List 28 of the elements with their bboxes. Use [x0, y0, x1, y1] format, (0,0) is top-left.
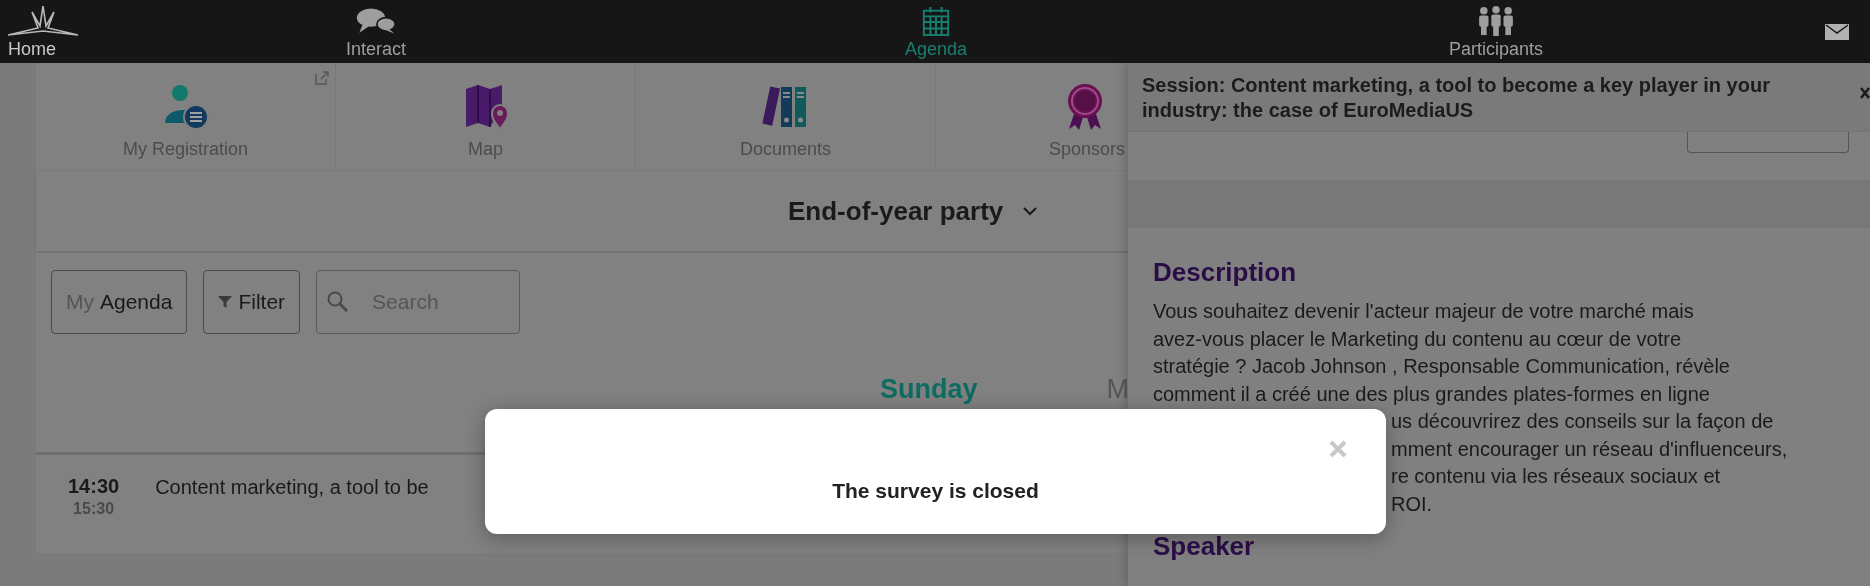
- search-icon: [327, 291, 350, 313]
- description-text: Vous souhaitez devenir l'acteur majeur de votre marché mais: [1153, 299, 1694, 324]
- description-text: re contenu via les réseaux sociaux et: [1391, 464, 1721, 489]
- section-heading: Description: [1153, 258, 1297, 286]
- filter-icon: [218, 295, 233, 309]
- close-icon[interactable]: [1860, 85, 1870, 101]
- nav-tab[interactable]: Interact: [96, 0, 656, 63]
- description-text: stratégie ? Jacob Johnson , Responsable Communication, révèle: [1153, 354, 1730, 379]
- description-text: comment il a créé une des plus grandes plates-formes en ligne: [1153, 381, 1710, 407]
- chevron-down-icon: [1023, 206, 1038, 216]
- nav-tab[interactable]: Participants: [1216, 0, 1776, 63]
- filter-button[interactable]: Filter: [203, 270, 301, 334]
- chat-icon: [356, 6, 396, 36]
- nav-tab[interactable]: Home: [0, 0, 96, 63]
- start-time: 14:30: [68, 475, 120, 498]
- panel-title: Session: Content marketing, a tool to become a key player in your industry: the case of EuroMediaUS: [1142, 73, 1771, 123]
- description-text: avez-vous placer le Marketing du contenu au cœur de votre: [1153, 326, 1682, 352]
- section-heading: Speaker: [1153, 532, 1255, 560]
- star-logo-icon: [8, 6, 78, 36]
- session-title[interactable]: Content marketing, a tool to be: [155, 475, 429, 499]
- description-text: ROI.: [1391, 491, 1433, 517]
- mail-icon[interactable]: [1825, 23, 1849, 40]
- description-text: us découvrirez des conseils sur la façon de: [1391, 409, 1774, 434]
- dialog-message: The survey is closed: [832, 478, 1039, 503]
- people-icon: [1476, 6, 1516, 36]
- nav-tab[interactable]: Agenda: [656, 0, 1216, 63]
- event-dropdown[interactable]: End-of-year party: [784, 191, 1042, 231]
- description-text: mment encourager un réseau d'influenceurs,: [1391, 436, 1788, 462]
